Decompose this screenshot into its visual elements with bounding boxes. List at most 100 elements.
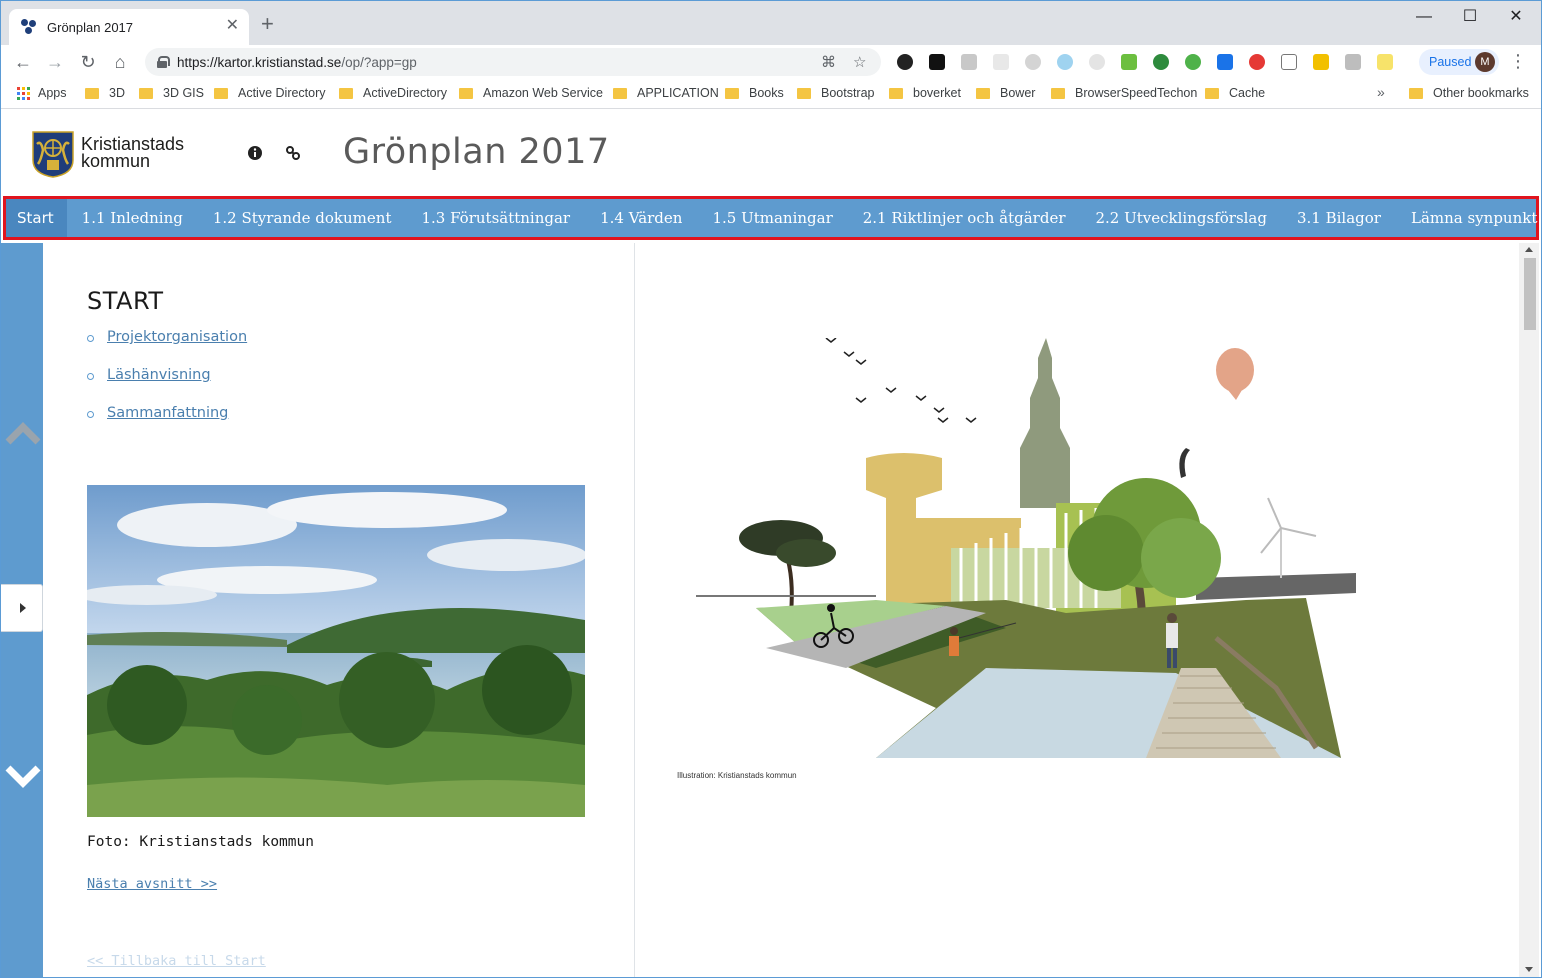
illustration-credit: Illustration: Kristianstads kommun (677, 771, 797, 780)
tab-title: Grönplan 2017 (47, 19, 134, 35)
extension-icon[interactable] (1281, 54, 1297, 70)
nav-item-varden[interactable]: 1.4 Värden (585, 199, 697, 237)
toc-link-lashanvisning[interactable]: Läshänvisning (107, 367, 211, 383)
extension-icon[interactable] (1121, 54, 1137, 70)
nav-item-riktlinjer[interactable]: 2.1 Riktlinjer och åtgärder (848, 199, 1081, 237)
scroll-up-icon[interactable] (1525, 247, 1533, 252)
bookmark-label: Bower (1000, 86, 1036, 100)
folder-icon (889, 87, 903, 99)
kommun-logo-icon[interactable] (31, 130, 75, 178)
lock-icon (157, 56, 170, 68)
logo-line2: kommun (81, 151, 151, 171)
home-icon[interactable]: ⌂ (108, 51, 132, 73)
tab-close-icon[interactable]: ✕ (226, 18, 239, 34)
bookmark-label: BrowserSpeedTechon (1075, 86, 1198, 100)
extension-icon[interactable] (897, 54, 913, 70)
next-section-icon[interactable] (5, 764, 41, 788)
extension-icon[interactable] (1089, 54, 1105, 70)
city-nature-illustration (696, 338, 1356, 758)
info-icon[interactable] (247, 145, 263, 161)
heron-icon (1179, 448, 1190, 478)
bookmark-folder[interactable]: APPLICATION (613, 86, 719, 100)
bookmark-folder[interactable]: Bower (976, 86, 1035, 100)
nav-item-utvecklingsforslag[interactable]: 2.2 Utvecklingsförslag (1081, 199, 1282, 237)
extension-icon[interactable] (1377, 54, 1393, 70)
nav-item-bilagor[interactable]: 3.1 Bilagor (1282, 199, 1396, 237)
bookmark-label: boverket (913, 86, 961, 100)
expand-panel-button[interactable] (1, 584, 43, 632)
folder-icon (725, 87, 739, 99)
extension-icon[interactable] (1345, 54, 1361, 70)
folder-icon (339, 87, 353, 99)
extension-icon[interactable] (1249, 54, 1265, 70)
bookmark-label: Cache (1229, 86, 1266, 100)
web-page: Kristianstads kommun Grönplan 2017 Start… (1, 110, 1541, 977)
bookmark-folder[interactable]: 3D (85, 86, 125, 100)
toc-link-projektorganisation[interactable]: Projektorganisation (107, 329, 247, 345)
link-icon[interactable] (285, 145, 301, 161)
browser-window: Grönplan 2017 ✕ + — ☐ ✕ ← → ↻ ⌂ https://… (0, 0, 1542, 978)
bookmark-label: Bootstrap (821, 86, 875, 100)
react-devtools-icon[interactable] (1057, 54, 1073, 70)
maximize-icon[interactable]: ☐ (1447, 5, 1493, 29)
bookmark-folder[interactable]: Books (725, 86, 784, 100)
logo-text: Kristianstads kommun (81, 135, 184, 171)
back-to-start-link[interactable]: << Tillbaka till Start (87, 953, 266, 969)
folder-icon (1409, 87, 1423, 99)
extension-icon[interactable] (1313, 54, 1329, 70)
window-close-icon[interactable]: ✕ (1493, 5, 1539, 29)
extension-icon[interactable] (1185, 54, 1201, 70)
scrollbar-thumb[interactable] (1524, 258, 1536, 330)
extension-icon[interactable] (1025, 54, 1041, 70)
address-bar[interactable]: https://kartor.kristianstad.se/op/?app=g… (145, 48, 881, 76)
nav-item-utmaningar[interactable]: 1.5 Utmaningar (697, 199, 847, 237)
browser-toolbar: ← → ↻ ⌂ https://kartor.kristianstad.se/o… (1, 45, 1541, 79)
nav-item-styrande-dokument[interactable]: 1.2 Styrande dokument (198, 199, 407, 237)
folder-icon (1051, 87, 1065, 99)
extension-icon[interactable] (993, 54, 1009, 70)
extension-icon[interactable] (1217, 54, 1233, 70)
nav-item-start[interactable]: Start (6, 199, 67, 237)
minimize-icon[interactable]: — (1401, 5, 1447, 29)
bookmark-folder[interactable]: ActiveDirectory (339, 86, 447, 100)
nav-item-inledning[interactable]: 1.1 Inledning (67, 199, 198, 237)
extension-icon[interactable] (929, 54, 945, 70)
back-icon[interactable]: ← (11, 51, 35, 73)
bookmark-folder[interactable]: boverket (889, 86, 961, 100)
reload-icon[interactable]: ↻ (76, 51, 100, 73)
landscape-photo (87, 485, 585, 817)
url-host: https://kartor.kristianstad.se (177, 54, 342, 70)
folder-icon (459, 87, 473, 99)
bookmark-apps[interactable]: Apps (17, 86, 67, 100)
bookmark-folder[interactable]: BrowserSpeedTechon (1051, 86, 1197, 100)
apps-grid-icon (17, 86, 30, 100)
forward-icon[interactable]: → (43, 51, 67, 73)
new-tab-button[interactable]: + (261, 13, 274, 35)
scroll-down-icon[interactable] (1525, 967, 1533, 972)
profile-button[interactable]: Paused M (1419, 49, 1499, 75)
bookmark-folder[interactable]: Amazon Web Service (459, 86, 603, 100)
bookmark-folder[interactable]: Bootstrap (797, 86, 875, 100)
extension-icon[interactable] (961, 54, 977, 70)
translate-icon[interactable]: ⌘ (821, 53, 836, 71)
nav-item-forutsattningar[interactable]: 1.3 Förutsättningar (406, 199, 585, 237)
bookmark-label: Amazon Web Service (483, 86, 603, 100)
next-section-link[interactable]: Nästa avsnitt >> (87, 876, 217, 892)
previous-section-icon[interactable] (5, 422, 41, 446)
other-bookmarks[interactable]: Other bookmarks (1409, 86, 1529, 100)
browser-menu-icon[interactable]: ⋮ (1509, 51, 1527, 71)
bookmark-folder[interactable]: 3D GIS (139, 86, 204, 100)
bookmark-label: ActiveDirectory (363, 86, 448, 100)
bookmark-folder[interactable]: Active Directory (214, 86, 326, 100)
nav-item-lamna-synpunkt[interactable]: Lämna synpunkt (1396, 199, 1541, 237)
more-bookmarks-icon[interactable]: » (1377, 84, 1385, 100)
browser-tab[interactable]: Grönplan 2017 ✕ (9, 9, 249, 45)
page-scrollbar[interactable] (1519, 243, 1539, 977)
bookmark-label: 3D GIS (163, 86, 204, 100)
extension-icon[interactable] (1153, 54, 1169, 70)
folder-icon (613, 87, 627, 99)
bookmark-label: Other bookmarks (1433, 86, 1529, 100)
bookmark-folder[interactable]: Cache (1205, 86, 1265, 100)
toc-link-sammanfattning[interactable]: Sammanfattning (107, 405, 228, 421)
bookmark-star-icon[interactable]: ☆ (853, 53, 866, 71)
